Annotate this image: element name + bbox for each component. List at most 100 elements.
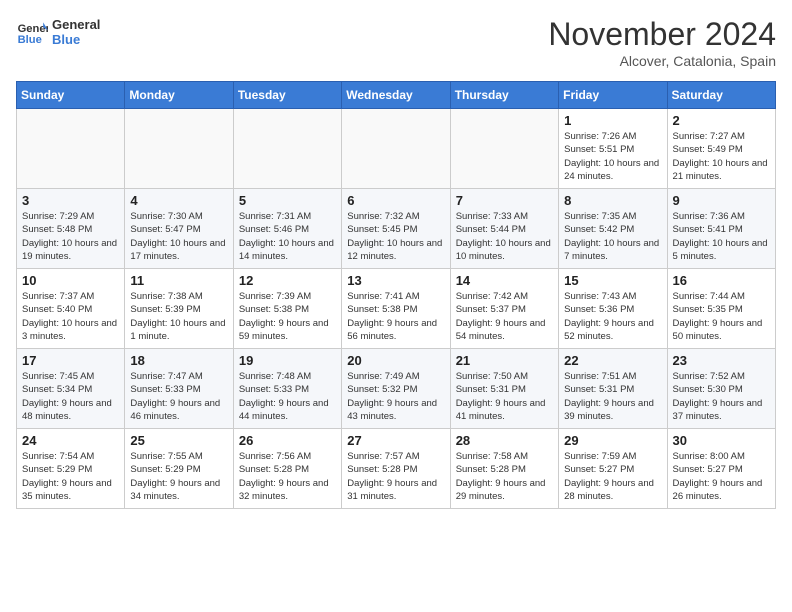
day-info: Sunrise: 7:49 AM Sunset: 5:32 PM Dayligh… [347, 370, 444, 423]
day-info: Sunrise: 7:58 AM Sunset: 5:28 PM Dayligh… [456, 450, 553, 503]
day-number: 26 [239, 433, 336, 448]
day-info: Sunrise: 7:31 AM Sunset: 5:46 PM Dayligh… [239, 210, 336, 263]
calendar-day-cell: 27Sunrise: 7:57 AM Sunset: 5:28 PM Dayli… [342, 429, 450, 509]
calendar-day-cell: 25 Sunrise: 7:55 AM Sunset: 5:29 PM Dayli… [125, 429, 233, 509]
day-info: Sunrise: 7:54 AM Sunset: 5:29 PM Dayligh… [22, 450, 119, 503]
day-number: 15 [564, 273, 661, 288]
day-number: 17 [22, 353, 119, 368]
day-info: Sunrise: 7:48 AM Sunset: 5:33 PM Dayligh… [239, 370, 336, 423]
day-info: Sunrise: 7:41 AM Sunset: 5:38 PM Dayligh… [347, 290, 444, 343]
month-title: November 2024 [548, 16, 776, 53]
day-info: Sunrise: 7:44 AM Sunset: 5:35 PM Dayligh… [673, 290, 770, 343]
day-number: 10 [22, 273, 119, 288]
calendar-day-cell [17, 109, 125, 189]
day-number: 24 [22, 433, 119, 448]
day-number: 29 [564, 433, 661, 448]
weekday-header: Tuesday [233, 82, 341, 109]
calendar-week-row: 1Sunrise: 7:26 AM Sunset: 5:51 PM Daylig… [17, 109, 776, 189]
location: Alcover, Catalonia, Spain [548, 53, 776, 69]
day-info: Sunrise: 7:30 AM Sunset: 5:47 PM Dayligh… [130, 210, 227, 263]
calendar-day-cell [233, 109, 341, 189]
calendar-day-cell: 3Sunrise: 7:29 AM Sunset: 5:48 PM Daylig… [17, 189, 125, 269]
calendar-day-cell: 6Sunrise: 7:32 AM Sunset: 5:45 PM Daylig… [342, 189, 450, 269]
calendar-day-cell: 8 Sunrise: 7:35 AM Sunset: 5:42 PM Daylig… [559, 189, 667, 269]
calendar-table: SundayMondayTuesdayWednesdayThursdayFrid… [16, 81, 776, 509]
logo: General Blue General Blue [16, 16, 100, 48]
weekday-header: Monday [125, 82, 233, 109]
day-info: Sunrise: 7:29 AM Sunset: 5:48 PM Dayligh… [22, 210, 119, 263]
title-block: November 2024 Alcover, Catalonia, Spain [548, 16, 776, 69]
calendar-day-cell: 16 Sunrise: 7:44 AM Sunset: 5:35 PM Dayli… [667, 269, 775, 349]
day-info: Sunrise: 7:36 AM Sunset: 5:41 PM Dayligh… [673, 210, 770, 263]
calendar-day-cell: 30 Sunrise: 8:00 AM Sunset: 5:27 PM Dayli… [667, 429, 775, 509]
day-info: Sunrise: 8:00 AM Sunset: 5:27 PM Dayligh… [673, 450, 770, 503]
calendar-day-cell: 23 Sunrise: 7:52 AM Sunset: 5:30 PM Dayli… [667, 349, 775, 429]
calendar-day-cell: 26 Sunrise: 7:56 AM Sunset: 5:28 PM Dayli… [233, 429, 341, 509]
day-number: 8 [564, 193, 661, 208]
calendar-week-row: 24 Sunrise: 7:54 AM Sunset: 5:29 PM Dayli… [17, 429, 776, 509]
day-number: 25 [130, 433, 227, 448]
day-info: Sunrise: 7:57 AM Sunset: 5:28 PM Dayligh… [347, 450, 444, 503]
day-number: 11 [130, 273, 227, 288]
day-number: 13 [347, 273, 444, 288]
weekday-header: Saturday [667, 82, 775, 109]
logo-general: General [52, 17, 100, 32]
day-number: 12 [239, 273, 336, 288]
calendar-day-cell: 7Sunrise: 7:33 AM Sunset: 5:44 PM Daylig… [450, 189, 558, 269]
day-number: 21 [456, 353, 553, 368]
day-number: 30 [673, 433, 770, 448]
day-info: Sunrise: 7:56 AM Sunset: 5:28 PM Dayligh… [239, 450, 336, 503]
calendar-day-cell: 20 Sunrise: 7:49 AM Sunset: 5:32 PM Dayli… [342, 349, 450, 429]
day-number: 20 [347, 353, 444, 368]
weekday-header: Thursday [450, 82, 558, 109]
day-info: Sunrise: 7:26 AM Sunset: 5:51 PM Dayligh… [564, 130, 661, 183]
day-info: Sunrise: 7:45 AM Sunset: 5:34 PM Dayligh… [22, 370, 119, 423]
calendar-week-row: 10Sunrise: 7:37 AM Sunset: 5:40 PM Dayli… [17, 269, 776, 349]
calendar-day-cell [125, 109, 233, 189]
day-number: 9 [673, 193, 770, 208]
svg-text:Blue: Blue [18, 34, 42, 46]
page-header: General Blue General Blue November 2024 … [16, 16, 776, 69]
day-number: 6 [347, 193, 444, 208]
calendar-week-row: 3Sunrise: 7:29 AM Sunset: 5:48 PM Daylig… [17, 189, 776, 269]
calendar-day-cell: 14 Sunrise: 7:42 AM Sunset: 5:37 PM Dayli… [450, 269, 558, 349]
logo-icon: General Blue [16, 16, 48, 48]
calendar-day-cell [450, 109, 558, 189]
day-info: Sunrise: 7:47 AM Sunset: 5:33 PM Dayligh… [130, 370, 227, 423]
calendar-day-cell: 29 Sunrise: 7:59 AM Sunset: 5:27 PM Dayli… [559, 429, 667, 509]
calendar-day-cell: 2 Sunrise: 7:27 AM Sunset: 5:49 PM Daylig… [667, 109, 775, 189]
calendar-day-cell: 10Sunrise: 7:37 AM Sunset: 5:40 PM Dayli… [17, 269, 125, 349]
calendar-day-cell: 11 Sunrise: 7:38 AM Sunset: 5:39 PM Dayli… [125, 269, 233, 349]
calendar-day-cell: 15Sunrise: 7:43 AM Sunset: 5:36 PM Dayli… [559, 269, 667, 349]
weekday-header-row: SundayMondayTuesdayWednesdayThursdayFrid… [17, 82, 776, 109]
weekday-header: Wednesday [342, 82, 450, 109]
day-info: Sunrise: 7:42 AM Sunset: 5:37 PM Dayligh… [456, 290, 553, 343]
day-number: 23 [673, 353, 770, 368]
logo-blue: Blue [52, 32, 100, 47]
day-info: Sunrise: 7:38 AM Sunset: 5:39 PM Dayligh… [130, 290, 227, 343]
day-info: Sunrise: 7:50 AM Sunset: 5:31 PM Dayligh… [456, 370, 553, 423]
day-number: 2 [673, 113, 770, 128]
day-info: Sunrise: 7:35 AM Sunset: 5:42 PM Dayligh… [564, 210, 661, 263]
calendar-day-cell: 12Sunrise: 7:39 AM Sunset: 5:38 PM Dayli… [233, 269, 341, 349]
day-info: Sunrise: 7:55 AM Sunset: 5:29 PM Dayligh… [130, 450, 227, 503]
calendar-day-cell: 21 Sunrise: 7:50 AM Sunset: 5:31 PM Dayli… [450, 349, 558, 429]
day-info: Sunrise: 7:27 AM Sunset: 5:49 PM Dayligh… [673, 130, 770, 183]
calendar-day-cell: 5Sunrise: 7:31 AM Sunset: 5:46 PM Daylig… [233, 189, 341, 269]
calendar-day-cell: 17 Sunrise: 7:45 AM Sunset: 5:34 PM Dayli… [17, 349, 125, 429]
calendar-day-cell: 4Sunrise: 7:30 AM Sunset: 5:47 PM Daylig… [125, 189, 233, 269]
day-number: 19 [239, 353, 336, 368]
day-info: Sunrise: 7:51 AM Sunset: 5:31 PM Dayligh… [564, 370, 661, 423]
day-number: 22 [564, 353, 661, 368]
calendar-day-cell: 1Sunrise: 7:26 AM Sunset: 5:51 PM Daylig… [559, 109, 667, 189]
day-number: 14 [456, 273, 553, 288]
day-info: Sunrise: 7:59 AM Sunset: 5:27 PM Dayligh… [564, 450, 661, 503]
calendar-week-row: 17 Sunrise: 7:45 AM Sunset: 5:34 PM Dayli… [17, 349, 776, 429]
day-info: Sunrise: 7:33 AM Sunset: 5:44 PM Dayligh… [456, 210, 553, 263]
weekday-header: Sunday [17, 82, 125, 109]
calendar-day-cell: 19 Sunrise: 7:48 AM Sunset: 5:33 PM Dayli… [233, 349, 341, 429]
calendar-day-cell: 13 Sunrise: 7:41 AM Sunset: 5:38 PM Dayli… [342, 269, 450, 349]
day-number: 16 [673, 273, 770, 288]
day-number: 18 [130, 353, 227, 368]
day-info: Sunrise: 7:52 AM Sunset: 5:30 PM Dayligh… [673, 370, 770, 423]
